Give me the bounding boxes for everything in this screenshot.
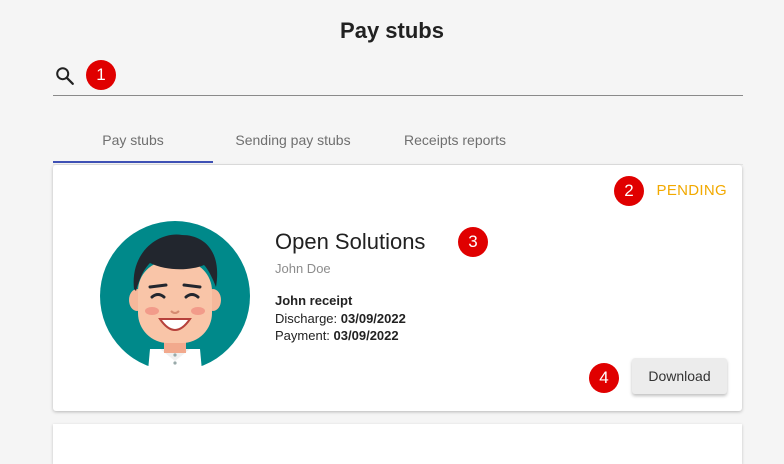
avatar bbox=[100, 221, 250, 371]
annotation-marker-2: 2 bbox=[614, 176, 644, 206]
payment-date: 03/09/2022 bbox=[333, 328, 399, 343]
tab-pay-stubs[interactable]: Pay stubs bbox=[53, 117, 213, 162]
status-badge: PENDING bbox=[656, 182, 727, 199]
discharge-line: Discharge: 03/09/2022 bbox=[275, 311, 406, 326]
payment-line: Payment: 03/09/2022 bbox=[275, 328, 399, 343]
discharge-label: Discharge: bbox=[275, 311, 338, 326]
tab-bar: Pay stubs Sending pay stubs Receipts rep… bbox=[53, 117, 743, 164]
employee-name: John Doe bbox=[275, 261, 331, 276]
tab-sending-pay-stubs[interactable]: Sending pay stubs bbox=[213, 117, 373, 162]
annotation-marker-3: 3 bbox=[458, 227, 488, 257]
search-input[interactable] bbox=[123, 64, 727, 92]
receipt-title: John receipt bbox=[275, 293, 353, 308]
download-button[interactable]: Download bbox=[632, 358, 727, 394]
page-title: Pay stubs bbox=[340, 18, 444, 43]
payment-label: Payment: bbox=[275, 328, 330, 343]
tab-receipts-reports[interactable]: Receipts reports bbox=[375, 117, 535, 162]
annotation-marker-4: 4 bbox=[589, 363, 619, 393]
annotation-marker-1: 1 bbox=[86, 60, 116, 90]
company-name: Open Solutions bbox=[275, 229, 426, 254]
active-tab-indicator bbox=[53, 161, 213, 163]
next-pay-stub-card bbox=[53, 424, 742, 464]
search-icon[interactable] bbox=[54, 65, 76, 87]
discharge-date: 03/09/2022 bbox=[340, 311, 406, 326]
search-bar[interactable] bbox=[53, 58, 743, 96]
